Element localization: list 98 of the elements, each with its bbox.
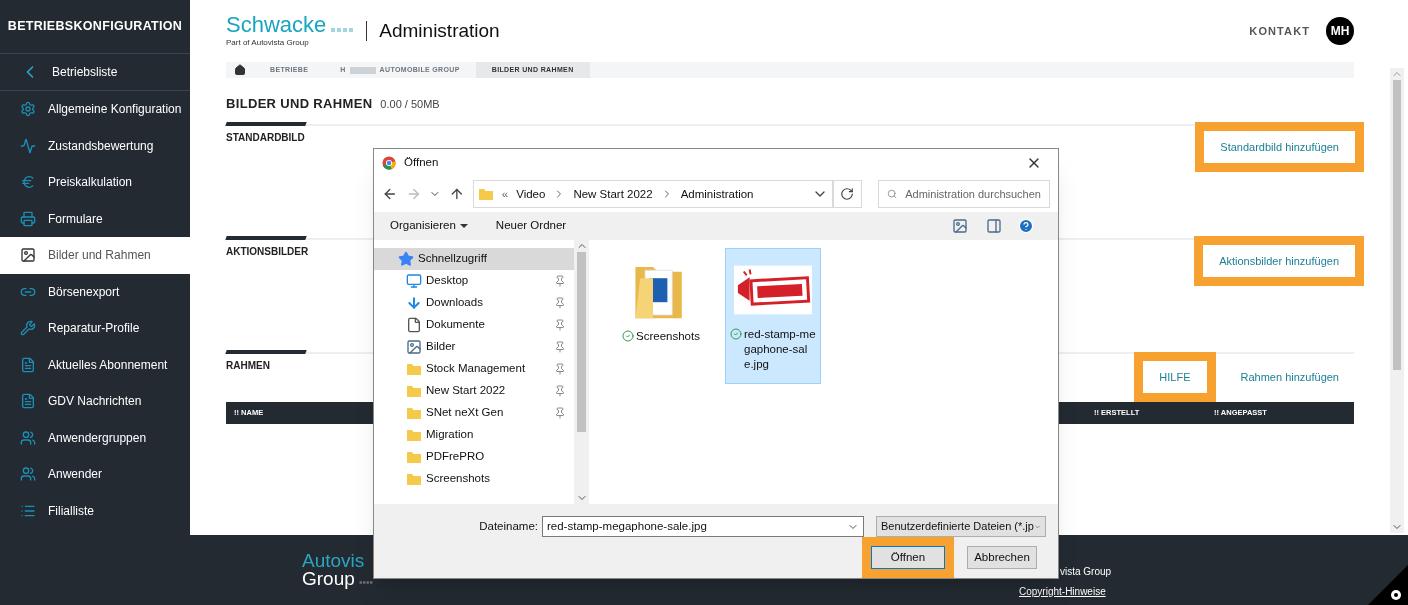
contact-link[interactable]: KONTAKT xyxy=(1249,22,1310,40)
wrench-icon xyxy=(20,320,36,337)
footer-logo: Group xyxy=(302,570,355,588)
sidebar-item[interactable]: Anwender xyxy=(0,456,190,493)
sidebar-item[interactable]: Reparatur-Profile xyxy=(0,310,190,347)
search-field[interactable]: Administration durchsuchen xyxy=(878,180,1050,209)
browser-icon xyxy=(382,155,396,170)
nav-item[interactable]: Downloads xyxy=(374,291,574,314)
nav-item[interactable]: Migration xyxy=(374,423,574,446)
dots-icon xyxy=(358,581,373,584)
nav-label: Desktop xyxy=(426,273,470,289)
nav-item[interactable]: PDFrePRO xyxy=(374,445,574,468)
file-type-select[interactable]: Benutzerdefinierte Dateien (*.jp xyxy=(876,516,1046,537)
back-link[interactable]: Betriebsliste xyxy=(0,54,190,91)
euro-icon xyxy=(20,174,36,191)
nav-label: PDFrePRO xyxy=(426,449,486,465)
dialog-title: Öffnen xyxy=(404,155,440,171)
nav-item[interactable]: Dokumente xyxy=(374,313,574,336)
document-icon xyxy=(20,393,36,410)
sidebar-item[interactable]: Filialliste xyxy=(0,492,190,529)
nav-item[interactable]: Screenshots xyxy=(374,467,574,490)
copyright-link[interactable]: Copyright-Hinweise xyxy=(1019,583,1106,599)
file-item[interactable]: Screenshots xyxy=(613,247,709,384)
sidebar-item[interactable]: Allgemeine Konfiguration xyxy=(0,91,190,128)
nav-label: Schnellzugriff xyxy=(418,251,488,267)
sidebar-item[interactable]: Bilder und Rahmen xyxy=(0,237,190,274)
dots-icon xyxy=(330,28,355,32)
dialog-button[interactable]: Öffnen xyxy=(871,546,945,569)
gear-icon xyxy=(20,101,36,118)
toolbar-button[interactable]: Organisieren xyxy=(390,217,468,235)
synced-icon xyxy=(730,327,742,340)
path-segment[interactable]: Video xyxy=(516,185,546,203)
filename-label: Dateiname: xyxy=(479,518,538,534)
pictures-icon xyxy=(406,338,422,355)
nav-label: Bilder xyxy=(426,339,457,355)
section-title: AKTIONSBILDER xyxy=(226,244,309,259)
filename-field[interactable]: red-stamp-megaphone-sale.jpg xyxy=(542,516,864,537)
nav-label: Dokumente xyxy=(426,317,486,333)
sidebar-item[interactable]: Aktuelles Abonnement xyxy=(0,346,190,383)
scrollbar[interactable] xyxy=(1390,68,1404,533)
document-icon xyxy=(406,316,422,333)
nav-item[interactable]: Bilder xyxy=(374,335,574,358)
users-icon xyxy=(20,466,36,483)
settings-corner-icon[interactable] xyxy=(1368,565,1408,605)
footer-logo: Autovis xyxy=(302,552,366,570)
search-placeholder: Administration durchsuchen xyxy=(905,187,1041,203)
folder-icon xyxy=(477,186,494,203)
file-name: Screenshots xyxy=(636,328,700,344)
nav-item[interactable]: Desktop xyxy=(374,269,574,292)
printer-icon xyxy=(20,210,36,227)
synced-icon xyxy=(622,329,635,342)
nav-item[interactable]: New Start 2022 xyxy=(374,379,574,402)
sidebar-item[interactable]: Börsenexport xyxy=(0,273,190,310)
refresh-button[interactable] xyxy=(832,180,862,209)
sidebar-item[interactable]: GDV Nachrichten xyxy=(0,383,190,420)
nav-item[interactable]: SNet neXt Gen xyxy=(374,401,574,424)
nav-label: Screenshots xyxy=(426,471,491,487)
document-icon xyxy=(20,356,36,373)
nav-label: Downloads xyxy=(426,295,484,311)
sidebar-item[interactable]: Anwendergruppen xyxy=(0,419,190,456)
help-icon[interactable] xyxy=(1018,217,1034,234)
file-name: red-stamp-megaphone-sale.jpg xyxy=(744,326,816,372)
home-icon[interactable] xyxy=(234,64,246,76)
star-icon xyxy=(398,250,414,267)
users-icon xyxy=(20,429,36,446)
file-item[interactable]: red-stamp-megaphone-sale.jpg xyxy=(725,247,821,384)
path-segment[interactable]: New Start 2022 xyxy=(573,185,653,203)
address-bar[interactable]: « Video New Start 2022 Administration xyxy=(472,180,833,209)
refresh-icon xyxy=(840,187,855,202)
nav-label: Stock Management xyxy=(426,361,527,377)
sidebar-item[interactable]: Formulare xyxy=(0,200,190,237)
image-icon xyxy=(20,247,36,264)
section-title: RAHMEN xyxy=(226,358,270,373)
app-title: Administration xyxy=(379,18,500,43)
sidebar-title: BETRIEBSKONFIGURATION xyxy=(7,18,183,36)
preview-pane-icon[interactable] xyxy=(986,217,1002,234)
pulse-icon xyxy=(20,137,36,154)
logo-tagline: Part of Autovista Group xyxy=(226,37,310,49)
nav-label: Migration xyxy=(426,427,475,443)
company-name: vista Group xyxy=(1060,564,1112,579)
download-icon xyxy=(406,294,422,311)
caret-icon xyxy=(459,223,468,228)
sidebar-item[interactable]: Zustandsbewertung xyxy=(0,127,190,164)
nav-label: New Start 2022 xyxy=(426,383,507,399)
desktop-icon xyxy=(406,272,422,289)
section-title: STANDARDBILD xyxy=(226,130,305,145)
nav-item[interactable]: Stock Management xyxy=(374,357,574,380)
user-avatar[interactable]: MH xyxy=(1326,17,1354,45)
view-icon[interactable] xyxy=(952,217,968,234)
overflow-marker[interactable]: « xyxy=(501,185,509,203)
page-title: BILDER UND RAHMEN xyxy=(226,95,373,113)
dialog-button[interactable]: Abbrechen xyxy=(967,546,1037,569)
toolbar-button[interactable]: Neuer Ordner xyxy=(495,217,567,235)
sidebar-item[interactable]: Preiskalkulation xyxy=(0,164,190,201)
storage-usage: 0.00 / 50MB xyxy=(380,97,440,112)
nav-item[interactable]: Schnellzugriff xyxy=(374,247,574,270)
nav-label: SNet neXt Gen xyxy=(426,405,505,421)
path-segment[interactable]: Administration xyxy=(680,185,754,203)
